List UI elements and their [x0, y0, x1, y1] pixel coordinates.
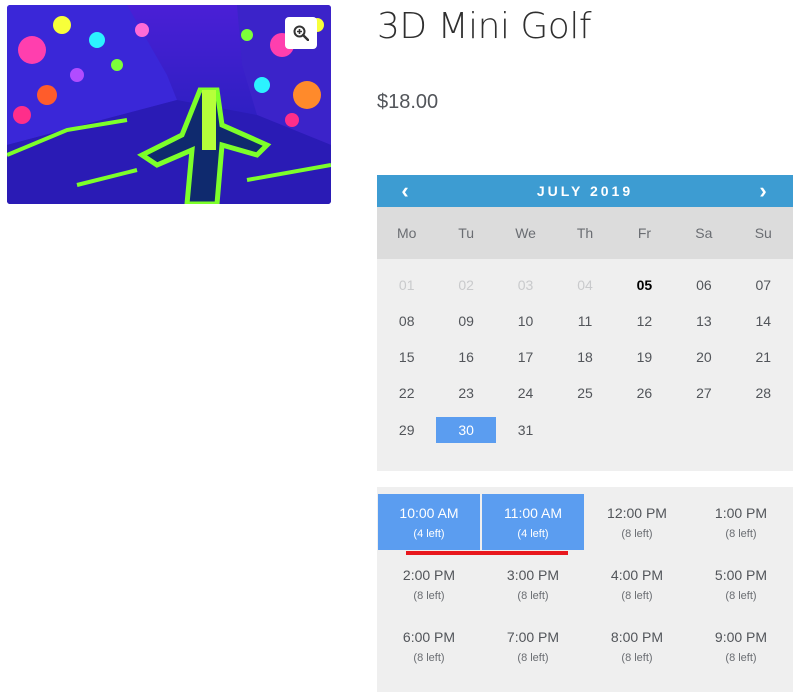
- time-slot-selected[interactable]: 10:00 AM (4 left): [378, 494, 480, 550]
- calendar-day-unavailable: 04: [577, 277, 593, 293]
- calendar-day[interactable]: 19: [615, 344, 674, 370]
- mini-golf-photo: [7, 5, 331, 204]
- time-slot-time: 5:00 PM: [714, 566, 768, 583]
- calendar-empty-cell: [734, 417, 793, 443]
- time-slot-time: 7:00 PM: [506, 628, 560, 645]
- time-slot-availability: (8 left): [621, 589, 653, 602]
- weekday-label: Fr: [637, 225, 652, 241]
- booking-calendar: ‹ JULY 2019 › Mo Tu We Th Fr Sa Su 01 02 0…: [377, 175, 793, 471]
- calendar-days-grid: 01 02 03 04 05 06 07 08 09 10 11 12 13 14 15 16 17 18 19 20…: [377, 259, 793, 471]
- time-slot[interactable]: 9:00 PM (8 left): [690, 618, 792, 674]
- time-slot[interactable]: 1:00 PM (8 left): [690, 494, 792, 550]
- calendar-day[interactable]: 10: [496, 308, 555, 334]
- time-slot[interactable]: 6:00 PM (8 left): [378, 618, 480, 674]
- time-slot-availability: (8 left): [621, 527, 653, 540]
- time-slot-time: 6:00 PM: [402, 628, 456, 645]
- time-slot[interactable]: 4:00 PM (8 left): [586, 556, 688, 612]
- calendar-day[interactable]: 13: [674, 308, 733, 334]
- calendar-day[interactable]: 05: [615, 272, 674, 298]
- calendar-weekday-row: Mo Tu We Th Fr Sa Su: [377, 207, 793, 259]
- calendar-day[interactable]: 11: [555, 308, 614, 334]
- calendar-day[interactable]: 08: [377, 308, 436, 334]
- weekday-label: We: [515, 225, 536, 241]
- calendar-day[interactable]: 06: [674, 272, 733, 298]
- time-slot[interactable]: 2:00 PM (8 left): [378, 556, 480, 612]
- time-slot[interactable]: 3:00 PM (8 left): [482, 556, 584, 612]
- calendar-day[interactable]: 17: [496, 344, 555, 370]
- weekday-label: Su: [754, 225, 772, 241]
- calendar-month-label: JULY 2019: [536, 183, 634, 199]
- time-slot-time: 2:00 PM: [402, 566, 456, 583]
- calendar-day-selected[interactable]: 30: [436, 417, 496, 443]
- time-slot-time: 1:00 PM: [714, 504, 768, 521]
- calendar-day[interactable]: 20: [674, 344, 733, 370]
- time-slot-availability: (8 left): [725, 651, 757, 664]
- weekday-label: Th: [576, 225, 594, 241]
- calendar-day[interactable]: 27: [674, 380, 733, 406]
- calendar-day[interactable]: 29: [377, 417, 436, 443]
- product-image[interactable]: [7, 5, 331, 204]
- calendar-day[interactable]: 21: [734, 344, 793, 370]
- time-slot[interactable]: 12:00 PM (8 left): [586, 494, 688, 550]
- calendar-week-row: 01 02 03 04 05 06 07: [377, 267, 793, 303]
- time-slot-panel: 10:00 AM (4 left) 11:00 AM (4 left) 12:00 PM…: [377, 487, 793, 692]
- time-slot-time: 4:00 PM: [610, 566, 664, 583]
- calendar-day[interactable]: 31: [496, 417, 555, 443]
- weekday-label: Sa: [695, 225, 713, 241]
- time-slot-time: 12:00 PM: [607, 504, 667, 521]
- previous-month-button[interactable]: ‹: [385, 175, 425, 207]
- calendar-day[interactable]: 18: [555, 344, 614, 370]
- product-title: 3D Mini Golf: [377, 6, 592, 47]
- calendar-empty-cell: [674, 417, 733, 443]
- calendar-day-unavailable: 02: [458, 277, 474, 293]
- calendar-empty-cell: [615, 417, 674, 443]
- calendar-day[interactable]: 25: [555, 380, 614, 406]
- calendar-day[interactable]: 22: [377, 380, 436, 406]
- calendar-day[interactable]: 24: [496, 380, 555, 406]
- time-slot[interactable]: 7:00 PM (8 left): [482, 618, 584, 674]
- time-slot-availability: (4 left): [413, 527, 445, 540]
- calendar-week-row: 08 09 10 11 12 13 14: [377, 303, 793, 339]
- time-slot-selected[interactable]: 11:00 AM (4 left): [482, 494, 584, 550]
- time-slot-availability: (4 left): [517, 527, 549, 540]
- time-slot-time: 10:00 AM: [399, 504, 459, 521]
- calendar-day[interactable]: 28: [734, 380, 793, 406]
- calendar-day[interactable]: 09: [436, 308, 495, 334]
- next-month-button[interactable]: ›: [743, 175, 783, 207]
- time-slot-availability: (8 left): [621, 651, 653, 664]
- product-price: $18.00: [377, 91, 439, 113]
- time-slot[interactable]: 5:00 PM (8 left): [690, 556, 792, 612]
- calendar-week-row: 15 16 17 18 19 20 21: [377, 339, 793, 375]
- calendar-day[interactable]: 12: [615, 308, 674, 334]
- calendar-day[interactable]: 23: [436, 380, 495, 406]
- calendar-day[interactable]: 26: [615, 380, 674, 406]
- annotation-underline: [406, 551, 568, 555]
- time-slot-availability: (8 left): [517, 589, 549, 602]
- calendar-day[interactable]: 07: [734, 272, 793, 298]
- time-slot-availability: (8 left): [413, 589, 445, 602]
- time-slot-availability: (8 left): [725, 589, 757, 602]
- weekday-label: Mo: [396, 225, 417, 241]
- zoom-button[interactable]: [285, 17, 317, 49]
- time-slot[interactable]: 8:00 PM (8 left): [586, 618, 688, 674]
- time-slot-time: 8:00 PM: [610, 628, 664, 645]
- time-slot-time: 3:00 PM: [506, 566, 560, 583]
- calendar-week-row: 29 30 31: [377, 411, 793, 449]
- calendar-day-unavailable: 01: [398, 277, 415, 293]
- calendar-empty-cell: [555, 417, 614, 443]
- time-slot-availability: (8 left): [725, 527, 757, 540]
- calendar-day-unavailable: 03: [517, 277, 534, 293]
- time-slot-availability: (8 left): [517, 651, 549, 664]
- calendar-day[interactable]: 15: [377, 344, 436, 370]
- calendar-day[interactable]: 16: [436, 344, 495, 370]
- calendar-header: ‹ JULY 2019 ›: [377, 175, 793, 207]
- time-slot-time: 11:00 AM: [503, 504, 563, 521]
- weekday-label: Tu: [458, 225, 475, 241]
- time-slot-grid: 10:00 AM (4 left) 11:00 AM (4 left) 12:00 PM…: [377, 487, 793, 680]
- time-slot-time: 9:00 PM: [714, 628, 768, 645]
- time-slot-availability: (8 left): [413, 651, 445, 664]
- calendar-week-row: 22 23 24 25 26 27 28: [377, 375, 793, 411]
- zoom-in-icon: [293, 25, 309, 41]
- calendar-day[interactable]: 14: [734, 308, 793, 334]
